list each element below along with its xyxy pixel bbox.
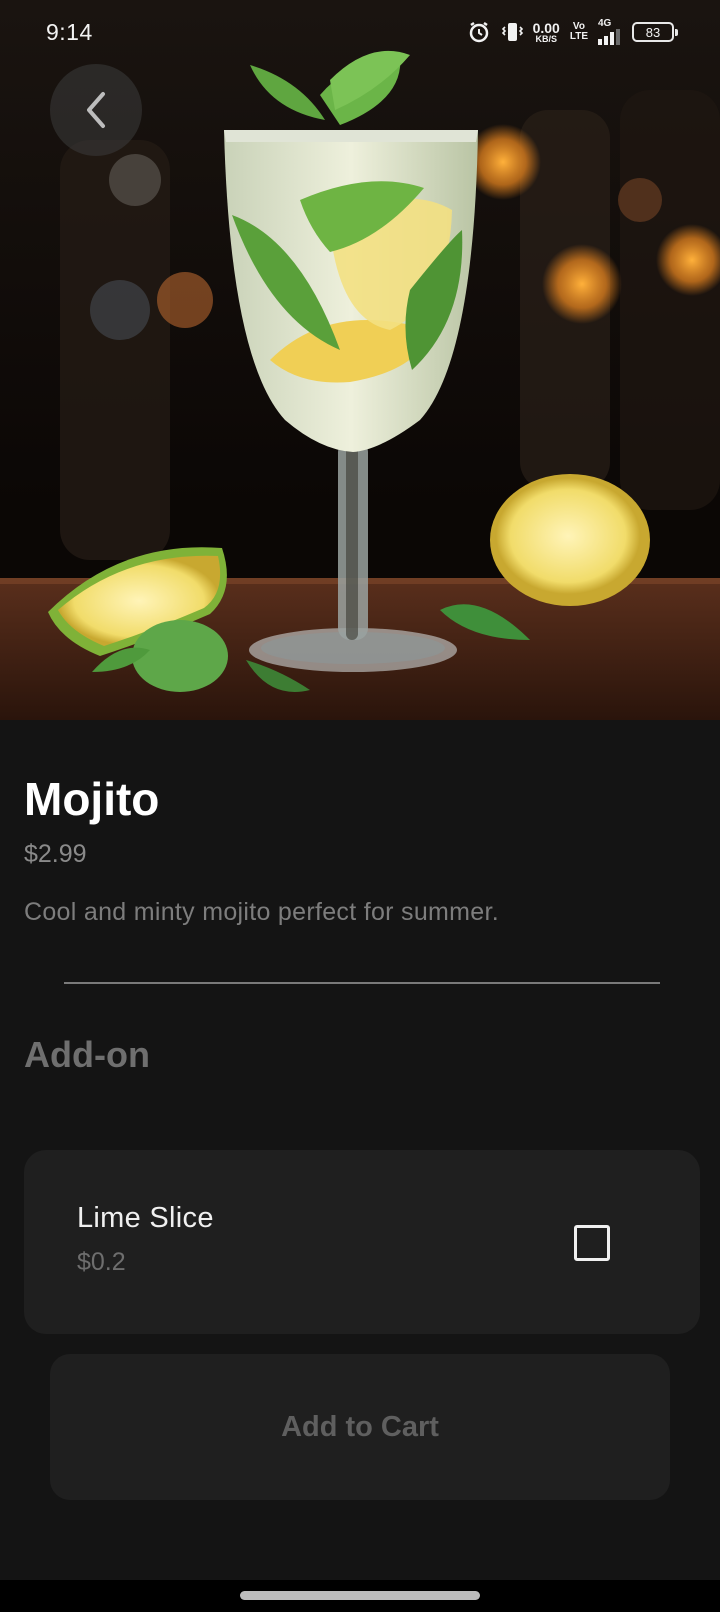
addon-heading: Add-on bbox=[24, 1034, 150, 1075]
home-indicator[interactable] bbox=[240, 1591, 480, 1600]
addon-item-lime-slice[interactable]: Lime Slice $0.2 bbox=[24, 1150, 700, 1334]
network-speed-value: 0.00 bbox=[532, 19, 560, 36]
addon-price: $0.2 bbox=[77, 1248, 126, 1276]
product-price: $2.99 bbox=[24, 840, 87, 868]
battery-level: 83 bbox=[645, 24, 661, 40]
product-detail-screen: 9:14 0.00 KB/S Vo LTE 4G 83 Mojito $2.99… bbox=[0, 0, 720, 1612]
battery-icon: 83 bbox=[632, 22, 678, 42]
product-description: Cool and minty mojito perfect for summer… bbox=[24, 898, 499, 926]
network-speed-unit: KB/S bbox=[535, 33, 557, 44]
chevron-left-icon bbox=[87, 92, 105, 128]
status-icons: 0.00 KB/S Vo LTE 4G 83 bbox=[467, 19, 678, 45]
addon-checkbox[interactable] bbox=[574, 1225, 610, 1261]
volte-indicator: Vo LTE bbox=[570, 22, 588, 42]
add-to-cart-button[interactable]: Add to Cart bbox=[50, 1354, 670, 1500]
vibrate-icon bbox=[501, 20, 523, 44]
status-time: 9:14 bbox=[46, 18, 93, 45]
product-title: Mojito bbox=[24, 773, 160, 825]
addon-name: Lime Slice bbox=[77, 1202, 214, 1234]
alarm-icon bbox=[467, 20, 491, 44]
status-bar: 9:14 0.00 KB/S Vo LTE 4G 83 bbox=[0, 0, 720, 64]
network-speed: 0.00 KB/S bbox=[533, 21, 560, 44]
volte-bottom: LTE bbox=[569, 31, 588, 42]
back-button[interactable] bbox=[50, 64, 142, 156]
network-type: 4G bbox=[598, 18, 612, 29]
divider bbox=[64, 982, 660, 984]
signal-icon: 4G bbox=[598, 19, 622, 45]
